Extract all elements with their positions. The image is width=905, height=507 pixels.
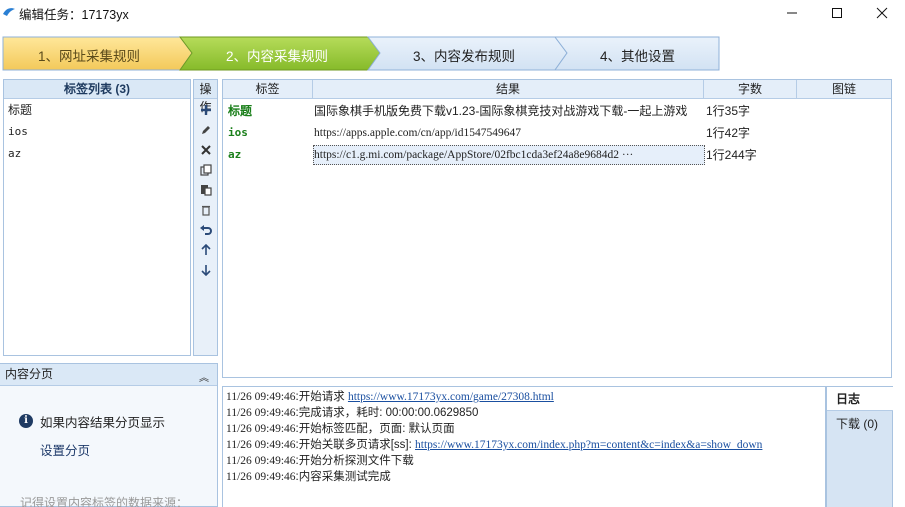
tag-item[interactable]: 标题	[4, 99, 190, 121]
operations-title: 操作	[194, 80, 217, 114]
operations-toolbar: 操作	[193, 79, 218, 356]
row-result: 国际象棋手机版免费下载v1.23-国际象棋竞技对战游戏下载-一起上游戏	[314, 104, 688, 118]
row-result: https://c1.g.mi.com/package/AppStore/02f…	[314, 149, 634, 161]
table-row[interactable]: ios https://apps.apple.com/cn/app/id1547…	[223, 122, 891, 144]
log-line: 11/26 09:49:46:开始标签匹配，页面: 默认页面	[226, 421, 455, 437]
row-tag: az	[228, 148, 242, 161]
delete-tag-button[interactable]	[197, 141, 215, 159]
step-2-label[interactable]: 2、内容采集规则	[226, 45, 328, 65]
paging-title: 内容分页	[5, 367, 54, 381]
log-panel: 11/26 09:49:46:开始请求 https://www.17173yx.…	[222, 386, 826, 507]
log-text: :开始请求	[295, 391, 348, 403]
result-table: 标签 结果 字数 图链 标题 国际象棋手机版免费下载v1.23-国际象棋竞技对战…	[222, 79, 892, 378]
log-time: 11/26 09:49:46	[226, 439, 296, 451]
step-3-label[interactable]: 3、内容发布规则	[413, 45, 515, 65]
log-text: :开始标签匹配，页面: 默认页面	[295, 423, 455, 435]
title-bar: 编辑任务：17173yx	[0, 0, 905, 25]
edit-icon	[202, 126, 210, 134]
column-header-count[interactable]: 字数	[704, 80, 797, 99]
log-line: 11/26 09:49:46:开始分析探测文件下载	[226, 453, 414, 469]
tab-log[interactable]: 日志	[827, 387, 893, 411]
minimize-button[interactable]	[770, 0, 814, 25]
close-icon	[876, 7, 888, 18]
window-title: 编辑任务：17173yx	[19, 8, 129, 22]
log-text: :开始关联多页请求[ss]:	[295, 439, 416, 451]
log-line: 11/26 09:49:46:完成请求，耗时: 00:00:00.0629850	[226, 405, 478, 421]
copy-icon	[200, 164, 212, 176]
row-count: 1行244字	[706, 148, 757, 162]
row-result: https://apps.apple.com/cn/app/id15475496…	[314, 127, 521, 139]
log-line: 11/26 09:49:46:内容采集测试完成	[226, 469, 391, 485]
trash-icon	[202, 205, 210, 216]
log-line: 11/26 09:49:46:开始关联多页请求[ss]: https://www…	[226, 437, 762, 453]
app-logo-icon	[3, 8, 15, 16]
table-row[interactable]: az https://c1.g.mi.com/package/AppStore/…	[223, 144, 891, 166]
minimize-icon	[787, 12, 797, 13]
log-link[interactable]: https://www.17173yx.com/index.php?m=cont…	[415, 439, 762, 451]
log-time: 11/26 09:49:46	[226, 455, 296, 467]
maximize-button[interactable]	[815, 0, 859, 25]
paging-info-text: 如果内容结果分页显示	[40, 416, 166, 430]
log-text: :完成请求，耗时: 00:00:00.0629850	[295, 407, 479, 419]
log-tabs: 日志 下载 (0)	[826, 386, 893, 507]
move-down-button[interactable]	[197, 261, 215, 279]
log-time: 11/26 09:49:46	[226, 423, 296, 435]
close-button[interactable]	[860, 0, 904, 25]
row-tag: 标题	[228, 104, 253, 118]
row-count: 1行35字	[706, 104, 751, 118]
maximize-icon	[832, 7, 842, 18]
table-header: 标签 结果 字数 图链	[223, 80, 891, 99]
row-tag: ios	[228, 126, 248, 139]
paste-icon	[201, 185, 212, 196]
copy-tag-button[interactable]	[197, 161, 215, 179]
step-4-label[interactable]: 4、其他设置	[600, 45, 675, 65]
step-1-label[interactable]: 1、网址采集规则	[38, 45, 140, 65]
log-time: 11/26 09:49:46	[226, 391, 296, 403]
tag-list-title: 标签列表 (3)	[4, 80, 190, 99]
paste-tag-button[interactable]	[197, 181, 215, 199]
log-time: 11/26 09:49:46	[226, 407, 296, 419]
column-header-result[interactable]: 结果	[313, 80, 704, 99]
delete-icon	[201, 145, 211, 155]
log-text: :内容采集测试完成	[295, 471, 391, 483]
undo-icon	[200, 225, 212, 235]
log-link[interactable]: https://www.17173yx.com/game/27308.html	[348, 391, 554, 403]
paging-header[interactable]: 内容分页 ︽	[0, 364, 217, 386]
table-row[interactable]: 标题 国际象棋手机版免费下载v1.23-国际象棋竞技对战游戏下载-一起上游戏 1…	[223, 100, 891, 122]
add-icon	[201, 105, 211, 115]
tag-item[interactable]: az	[4, 143, 190, 165]
set-paging-link[interactable]: 设置分页	[40, 440, 90, 459]
row-count: 1行42字	[706, 126, 751, 140]
move-up-button[interactable]	[197, 241, 215, 259]
undo-button[interactable]	[197, 221, 215, 239]
column-header-image-link[interactable]: 图链	[797, 80, 891, 99]
log-line: 11/26 09:49:46:开始请求 https://www.17173yx.…	[226, 389, 554, 405]
move-up-icon	[201, 244, 211, 255]
column-header-tag[interactable]: 标签	[223, 80, 313, 99]
clear-tags-button[interactable]	[197, 201, 215, 219]
info-icon: i	[19, 414, 33, 428]
log-text: :开始分析探测文件下载	[295, 455, 414, 467]
edit-tag-button[interactable]	[197, 121, 215, 139]
add-tag-button[interactable]	[197, 101, 215, 119]
tag-item[interactable]: ios	[4, 121, 190, 143]
tag-list-panel: 标签列表 (3) 标题 ios az	[3, 79, 191, 356]
log-time: 11/26 09:49:46	[226, 471, 296, 483]
move-down-icon	[201, 265, 211, 276]
content-paging-panel: 内容分页 ︽	[0, 363, 218, 507]
tab-download[interactable]: 下载 (0)	[827, 412, 893, 436]
step-wizard: 1、网址采集规则 2、内容采集规则 3、内容发布规则 4、其他设置	[0, 36, 722, 71]
collapse-up-icon[interactable]: ︽	[199, 368, 209, 389]
paging-hint-text: 记得设置内容标签的数据来源：	[20, 496, 189, 507]
